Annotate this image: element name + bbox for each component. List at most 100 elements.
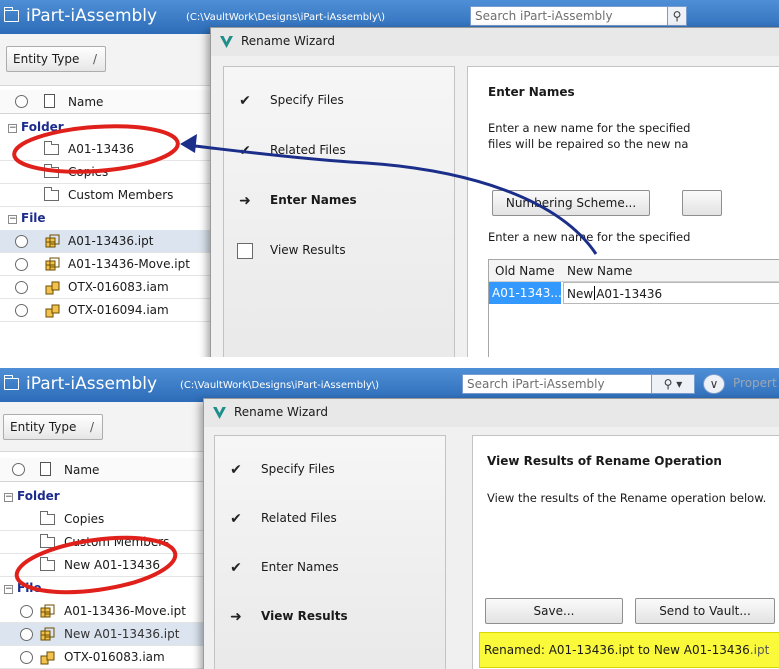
entity-type-button[interactable]: Entity Type / [3, 414, 103, 440]
left-panel: Entity Type / Name − Folder A01-13436 Cop… [0, 34, 212, 357]
vault-title-bar: iPart-iAssembly (C:\VaultWork\Designs\iP… [0, 368, 779, 402]
item-label: A01-13436-Move.ipt [68, 257, 190, 271]
radio-icon[interactable] [15, 281, 28, 294]
wizard-content: Enter Names Enter a new name for the spe… [467, 66, 779, 357]
entity-type-separator: / [89, 420, 94, 434]
list-item[interactable]: New A01-13436.ipt [0, 623, 204, 646]
radio-icon[interactable] [15, 235, 28, 248]
search-options-icon[interactable]: ⚲ ▾ [651, 374, 695, 394]
list-item[interactable]: Copies [0, 161, 211, 184]
column-new-name[interactable]: New Name [567, 264, 632, 278]
item-label: Custom Members [68, 188, 174, 202]
list-item[interactable]: Custom Members [0, 184, 211, 207]
checkmark-icon: ✔ [230, 462, 242, 478]
entity-type-button[interactable]: Entity Type / [6, 46, 106, 72]
search-input[interactable]: Search iPart-iAssembly [462, 374, 652, 394]
checkmark-icon: ✔ [230, 560, 242, 576]
file-group-header[interactable]: − File [4, 581, 42, 595]
numbering-scheme-button[interactable]: Numbering Scheme... [492, 190, 650, 216]
list-item[interactable]: A01-13436 [0, 138, 211, 161]
name-column-header[interactable]: Name [0, 90, 211, 114]
new-name-input[interactable]: New A01-13436 [563, 282, 779, 304]
file-group-label: File [21, 211, 46, 225]
collapse-icon[interactable]: − [8, 124, 17, 133]
item-label: A01-13436-Move.ipt [64, 604, 186, 618]
rename-grid: Old Name New Name A01-1343... New A01-134… [488, 259, 779, 357]
properties-tab[interactable]: Propert [733, 374, 777, 394]
save-button[interactable]: Save... [485, 598, 623, 624]
collapse-icon[interactable]: − [8, 215, 17, 224]
rename-wizard-dialog: Rename Wizard ✔ Specify Files ✔ Related … [210, 27, 779, 357]
instruction-text: View the results of the Rename operation… [487, 491, 767, 505]
vault-logo-icon [213, 407, 226, 419]
list-item[interactable]: OTX-016083.iam [0, 646, 204, 669]
collapse-icon[interactable]: − [4, 493, 13, 502]
checkmark-icon: ✔ [230, 511, 242, 527]
step-enter-names: ➜ Enter Names [224, 187, 454, 217]
list-item[interactable]: A01-13436.ipt [0, 230, 211, 253]
instruction-text: Enter a new name for the specified [488, 121, 691, 135]
page-title: Enter Names [488, 85, 575, 99]
file-group-header[interactable]: − File [8, 211, 46, 225]
step-enter-names: ✔ Enter Names [215, 554, 445, 584]
list-item[interactable]: OTX-016094.iam [0, 299, 211, 322]
send-to-vault-button[interactable]: Send to Vault... [635, 598, 775, 624]
document-icon [40, 462, 51, 476]
new-name-value: A01-13436 [596, 287, 663, 301]
step-related-files: ✔ Related Files [224, 137, 454, 167]
ipart-icon [45, 234, 60, 248]
left-panel: Entity Type / Name − Folder Copies Custom… [0, 402, 205, 669]
search-input[interactable]: Search iPart-iAssembly [470, 6, 668, 26]
item-label: Copies [64, 512, 105, 526]
folder-group-header[interactable]: − Folder [8, 120, 64, 134]
rename-wizard-dialog: Rename Wizard ✔ Specify Files ✔ Related … [203, 398, 779, 669]
radio-icon[interactable] [20, 651, 33, 664]
step-label: Enter Names [270, 193, 357, 207]
item-label: New A01-13436.ipt [64, 627, 180, 641]
wizard-steps: ✔ Specify Files ✔ Related Files ➜ Enter … [223, 66, 455, 357]
item-label: A01-13436.ipt [68, 234, 154, 248]
step-related-files: ✔ Related Files [215, 505, 445, 535]
radio-icon[interactable] [15, 258, 28, 271]
old-name-cell[interactable]: A01-1343... [489, 282, 561, 304]
list-item[interactable]: OTX-016083.iam [0, 276, 211, 299]
item-label: Custom Members [64, 535, 170, 549]
wizard-title: Rename Wizard [241, 34, 335, 48]
vault-title: iPart-iAssembly [26, 374, 158, 394]
list-item[interactable]: New A01-13436 [0, 554, 204, 577]
checkmark-icon: ✔ [239, 93, 251, 109]
assembly-icon [40, 651, 55, 665]
wizard-steps: ✔ Specify Files ✔ Related Files ✔ Enter … [214, 435, 446, 669]
list-item[interactable]: A01-13436-Move.ipt [0, 600, 204, 623]
table-row[interactable]: A01-1343... New A01-13436 [489, 282, 779, 304]
radio-icon[interactable] [20, 628, 33, 641]
radio-icon[interactable] [20, 605, 33, 618]
folder-group-header[interactable]: − Folder [4, 489, 60, 503]
step-label: Specify Files [270, 93, 344, 107]
collapse-icon[interactable]: − [4, 585, 13, 594]
wizard-title-bar: Rename Wizard [211, 28, 779, 56]
screenshot-view-results: iPart-iAssembly (C:\VaultWork\Designs\iP… [0, 368, 779, 669]
entity-bar: Entity Type / [0, 402, 204, 452]
ipart-icon [45, 257, 60, 271]
step-label: View Results [270, 243, 346, 257]
secondary-button[interactable] [682, 190, 722, 216]
radio-header-icon [12, 463, 25, 476]
ipart-icon [40, 604, 55, 618]
list-item[interactable]: Custom Members [0, 531, 204, 554]
name-column-header[interactable]: Name [0, 458, 204, 482]
expand-icon[interactable]: ∨ [703, 374, 725, 394]
radio-icon[interactable] [15, 304, 28, 317]
list-item[interactable]: A01-13436-Move.ipt [0, 253, 211, 276]
folder-icon [4, 7, 19, 22]
file-group-label: File [17, 581, 42, 595]
wizard-title: Rename Wizard [234, 405, 328, 419]
entity-type-label: Entity Type [13, 52, 80, 66]
page-title: View Results of Rename Operation [487, 454, 722, 468]
column-old-name[interactable]: Old Name [495, 264, 555, 278]
step-label: Related Files [270, 143, 346, 157]
folder-group-label: Folder [17, 489, 60, 503]
step-view-results: View Results [224, 237, 454, 267]
list-item[interactable]: Copies [0, 508, 204, 531]
search-icon[interactable]: ⚲ [667, 6, 687, 26]
